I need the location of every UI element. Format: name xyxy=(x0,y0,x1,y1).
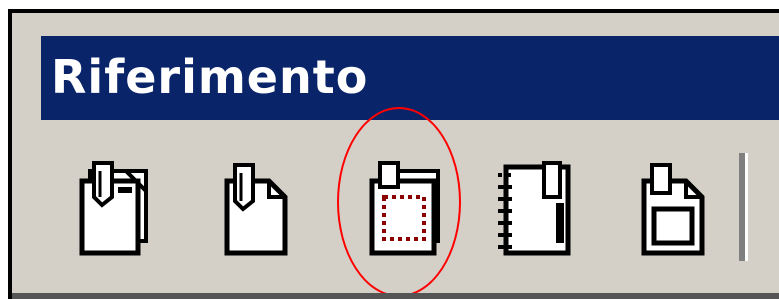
toolbar-panel: Riferimento xyxy=(8,9,779,299)
reference-toolbar xyxy=(12,107,779,297)
panel-bottom-border xyxy=(12,293,779,299)
toolbar-separator xyxy=(739,153,748,261)
insert-footnote-button[interactable] xyxy=(64,153,164,263)
screenshot: Riferimento xyxy=(0,0,779,299)
toolbar-titlebar[interactable]: Riferimento xyxy=(41,36,779,120)
insert-frame-note-icon xyxy=(354,153,454,263)
insert-footnote-icon xyxy=(64,153,164,263)
insert-endnote-icon xyxy=(207,153,307,263)
insert-endnote-button[interactable] xyxy=(207,153,307,263)
notebook-button[interactable] xyxy=(484,153,584,263)
notebook-icon xyxy=(484,153,584,263)
insert-frame-note-button[interactable] xyxy=(354,153,454,263)
toolbar-title: Riferimento xyxy=(51,50,369,104)
note-border-button[interactable] xyxy=(624,153,724,263)
note-border-icon xyxy=(624,153,724,263)
